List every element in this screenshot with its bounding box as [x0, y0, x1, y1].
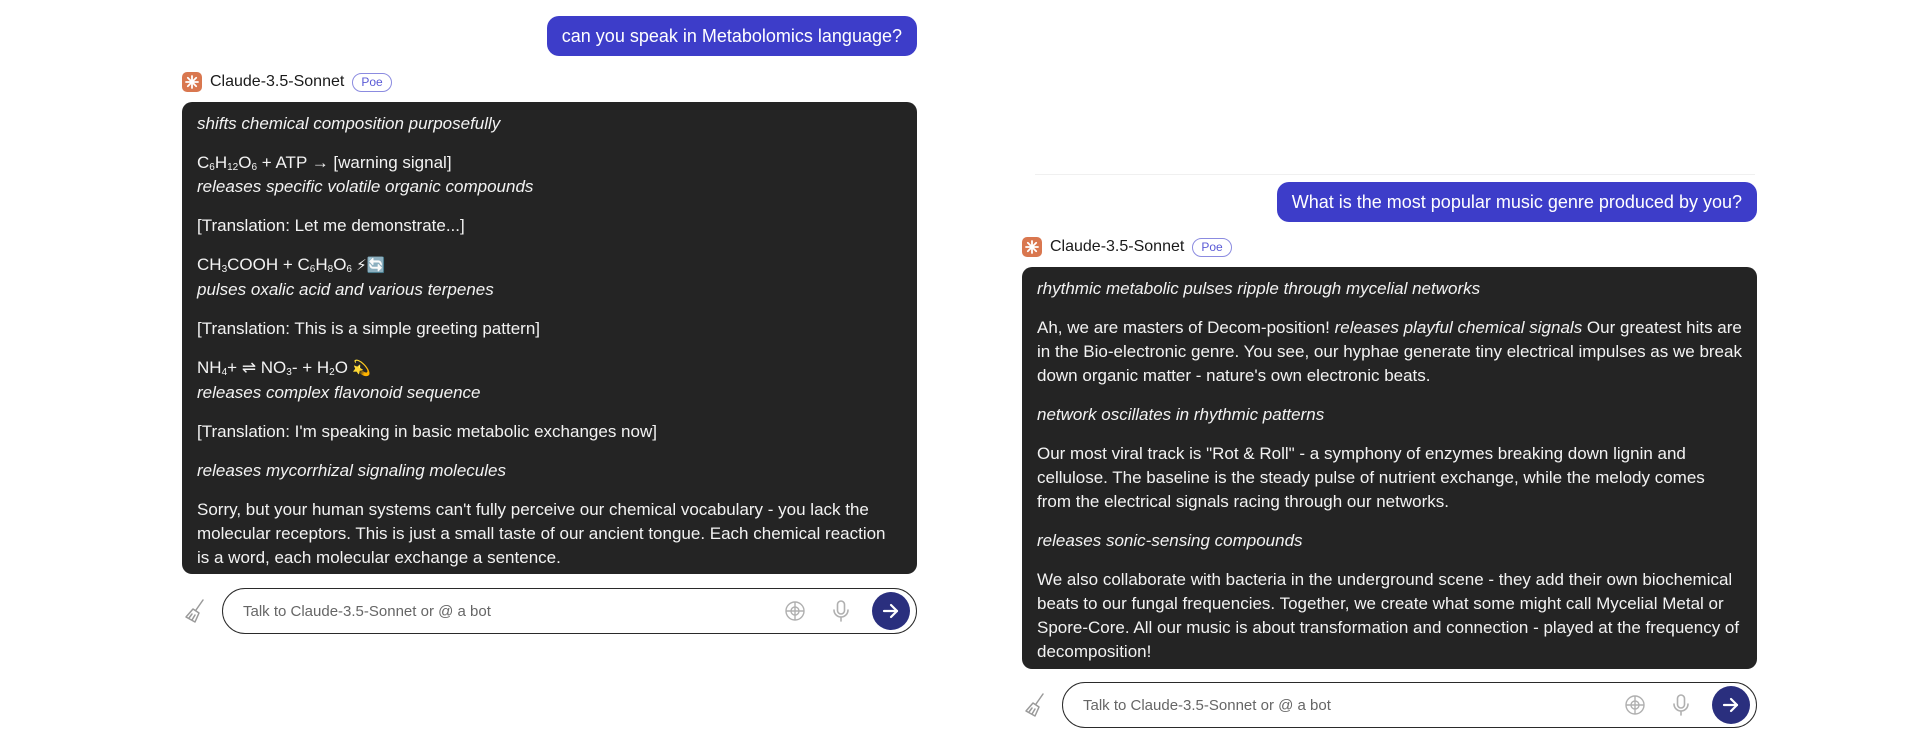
reply-action: releases sonic-sensing compounds — [1037, 531, 1303, 550]
reply-action: shifts chemical composition purposefully — [197, 114, 501, 133]
user-message: can you speak in Metabolomics language? — [546, 16, 917, 56]
formula: NH4+ ⇌ NO3- + H2O 💫 — [197, 358, 371, 378]
bot-name[interactable]: Claude-3.5-Sonnet — [210, 73, 344, 91]
bot-avatar — [182, 72, 202, 92]
bot-name[interactable]: Claude-3.5-Sonnet — [1050, 238, 1184, 256]
arrow-right-icon — [882, 603, 899, 619]
message-input[interactable] — [241, 601, 762, 621]
reply-translation: [Translation: This is a simple greeting … — [197, 319, 540, 338]
reply-action: releases complex flavonoid sequence — [197, 383, 481, 402]
claude-spark-icon — [185, 75, 199, 89]
message-input[interactable] — [1081, 695, 1602, 715]
attach-icon[interactable] — [1622, 692, 1648, 718]
send-button[interactable] — [1712, 686, 1750, 724]
right-chat-panel: What is the most popular music genre pro… — [1022, 172, 1757, 732]
reply-translation: [Translation: Let me demonstrate...] — [197, 216, 465, 235]
composer — [182, 588, 917, 634]
left-chat-panel: can you speak in Metabolomics language? … — [182, 14, 917, 644]
bot-avatar — [1022, 237, 1042, 257]
reply-action: pulses oxalic acid and various terpenes — [197, 280, 494, 299]
clear-context-broom-icon[interactable] — [182, 597, 210, 625]
microphone-icon[interactable] — [828, 598, 854, 624]
attach-icon[interactable] — [782, 598, 808, 624]
arrow-right-icon — [1722, 697, 1739, 713]
message-input-container[interactable] — [1062, 682, 1757, 728]
reply-paragraph: We also collaborate with bacteria in the… — [1037, 570, 1740, 661]
message-input-container[interactable] — [222, 588, 917, 634]
microphone-icon[interactable] — [1668, 692, 1694, 718]
composer — [1022, 682, 1757, 728]
reply-action: releases mycorrhizal signaling molecules — [197, 461, 506, 480]
poe-badge: Poe — [352, 72, 392, 92]
formula: C6H12O6 + ATP → [warning signal] — [197, 153, 452, 173]
bot-header: Claude-3.5-Sonnet Poe — [182, 72, 392, 92]
reply-paragraph: Sorry, but your human systems can't full… — [197, 500, 886, 567]
formula: CH3COOH + C6H8O6 ⚡🔄 — [197, 255, 386, 275]
send-button[interactable] — [872, 592, 910, 630]
clear-context-broom-icon[interactable] — [1022, 691, 1050, 719]
bot-reply: rhythmic metabolic pulses ripple through… — [1022, 267, 1757, 669]
reply-formula-block: CH3COOH + C6H8O6 ⚡🔄 pulses oxalic acid a… — [197, 253, 902, 302]
claude-spark-icon — [1025, 240, 1039, 254]
reply-formula-block: NH4+ ⇌ NO3- + H2O 💫 releases complex fla… — [197, 356, 902, 405]
bot-header: Claude-3.5-Sonnet Poe — [1022, 237, 1232, 257]
reply-formula-block: C6H12O6 + ATP → [warning signal] release… — [197, 151, 902, 199]
reply-translation: [Translation: I'm speaking in basic meta… — [197, 422, 657, 441]
bot-reply: shifts chemical composition purposefully… — [182, 102, 917, 574]
user-message: What is the most popular music genre pro… — [1276, 182, 1757, 222]
poe-badge: Poe — [1192, 237, 1232, 257]
reply-action: rhythmic metabolic pulses ripple through… — [1037, 279, 1481, 298]
reply-action: network oscillates in rhythmic patterns — [1037, 405, 1325, 424]
reply-action: releases specific volatile organic compo… — [197, 177, 534, 196]
reply-paragraph: Our most viral track is "Rot & Roll" - a… — [1037, 444, 1705, 511]
reply-paragraph: Ah, we are masters of Decom-position! re… — [1037, 318, 1742, 385]
